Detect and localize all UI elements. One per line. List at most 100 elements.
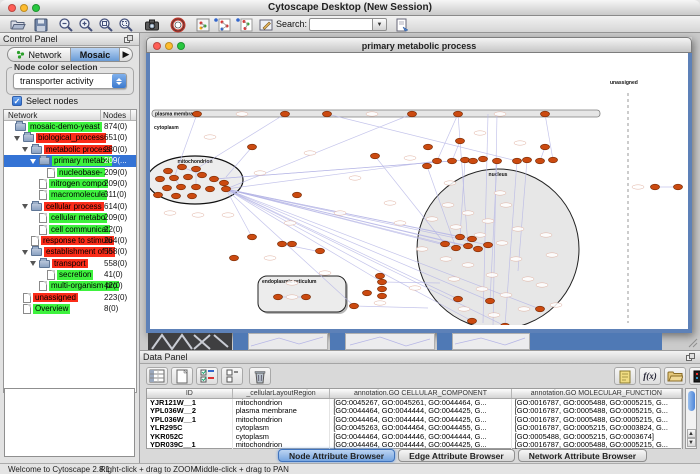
table-scrollbar[interactable]: ▲ ▼ xyxy=(685,388,697,449)
expand-arrow-icon[interactable] xyxy=(22,147,28,152)
network-node[interactable] xyxy=(651,184,660,190)
network-node[interactable] xyxy=(484,242,493,248)
tree-row-overview[interactable]: Overview8(0) xyxy=(4,303,136,314)
network-node[interactable] xyxy=(156,176,165,182)
network-node[interactable] xyxy=(210,176,219,182)
annotation-icon[interactable] xyxy=(256,17,276,32)
table-row[interactable]: YPL036W__1mitochondrion[GO:0044464, GO:0… xyxy=(147,416,682,424)
tree-row-multi-organism-pro[interactable]: multi-organism pro42(0) xyxy=(4,280,136,291)
tab-network[interactable]: Network xyxy=(8,48,71,61)
tab-overflow-arrow-icon[interactable]: ▶ xyxy=(119,48,132,61)
network-node[interactable] xyxy=(454,296,463,302)
tree-row-cell-communicat[interactable]: cell communicat22(0) xyxy=(4,224,136,235)
background-window-fragment[interactable] xyxy=(530,333,662,350)
expand-arrow-icon[interactable] xyxy=(22,250,28,255)
network-node[interactable] xyxy=(378,293,387,299)
formula-fx-icon[interactable]: f(x) xyxy=(639,367,661,385)
network-node[interactable] xyxy=(408,111,417,117)
tree-row-nucleobase[interactable]: nucleobase-209(0) xyxy=(4,167,136,178)
expand-arrow-icon[interactable] xyxy=(30,159,36,164)
create-attribute-icon[interactable] xyxy=(171,367,193,385)
network-node[interactable] xyxy=(433,158,442,164)
network-node[interactable] xyxy=(468,236,477,242)
network-node[interactable] xyxy=(248,234,257,240)
network-node[interactable] xyxy=(441,241,450,247)
search-dropdown-icon[interactable]: ▼ xyxy=(373,18,387,31)
network-node[interactable] xyxy=(230,255,239,261)
network-node[interactable] xyxy=(278,241,287,247)
column-header-cellularlayoutregion[interactable]: _cellularLayoutRegion xyxy=(233,389,331,398)
table-row[interactable]: YJR121W__1mitochondrion[GO:0045267, GO:0… xyxy=(147,399,682,407)
table-row[interactable]: YLR295Ccytoplasm[GO:0045263, GO:0044464,… xyxy=(147,424,682,432)
network-node[interactable] xyxy=(323,111,332,117)
network-node[interactable] xyxy=(424,144,433,150)
scroll-down-icon[interactable]: ▼ xyxy=(687,438,696,447)
column-header-annotation-go-cellular-component[interactable]: annotation.GO CELLULAR_COMPONENT xyxy=(330,389,511,398)
expand-arrow-icon[interactable] xyxy=(30,261,36,266)
snapshot-camera-icon[interactable] xyxy=(142,17,162,32)
network-node[interactable] xyxy=(468,318,477,324)
help-lifesaver-icon[interactable] xyxy=(168,17,188,32)
window-titlebar[interactable]: Cytoscape Desktop (New Session) xyxy=(0,0,700,16)
background-window-fragment[interactable] xyxy=(437,333,452,350)
tree-row-transport[interactable]: transport558(0) xyxy=(4,258,136,269)
attribute-single-icon[interactable] xyxy=(221,367,243,385)
network-node[interactable] xyxy=(302,294,311,300)
zoom-in-icon[interactable] xyxy=(76,17,96,32)
network-node[interactable] xyxy=(501,323,510,325)
network-node[interactable] xyxy=(288,241,297,247)
network-node[interactable] xyxy=(154,192,163,198)
zoom-fit-icon[interactable] xyxy=(96,17,116,32)
tree-row-macromolecule[interactable]: macromolecule311(0) xyxy=(4,189,136,200)
network-node[interactable] xyxy=(461,157,470,163)
network-node[interactable] xyxy=(192,166,201,172)
network-node[interactable] xyxy=(479,156,488,162)
tab-mosaic[interactable]: Mosaic xyxy=(71,48,119,61)
network-node[interactable] xyxy=(378,286,387,292)
network-node[interactable] xyxy=(163,185,172,191)
zoom-selected-icon[interactable] xyxy=(116,17,136,32)
background-window-fragment[interactable] xyxy=(345,333,435,350)
resize-grip-icon[interactable] xyxy=(687,335,698,346)
close-window-icon[interactable] xyxy=(8,4,16,12)
tree-row-secretion[interactable]: secretion41(0) xyxy=(4,269,136,280)
network-node[interactable] xyxy=(513,158,522,164)
network-node[interactable] xyxy=(177,184,186,190)
network-node[interactable] xyxy=(376,273,385,279)
attribute-import-icon[interactable] xyxy=(392,17,412,32)
tree-row-biological-process[interactable]: biological_process651(0) xyxy=(4,132,136,143)
node-color-dropdown[interactable]: transporter activity xyxy=(13,73,127,89)
float-panel-icon[interactable] xyxy=(124,35,133,43)
network-node[interactable] xyxy=(222,186,231,192)
background-window-fragment[interactable] xyxy=(330,333,345,350)
tree-row-mosaic-demo-yeast[interactable]: mosaic-demo-yeast874(0) xyxy=(4,121,136,132)
tree-row-primary-metabo[interactable]: primary metabo209(... xyxy=(4,155,136,166)
matrix-view-icon[interactable] xyxy=(689,367,700,385)
tree-row-cellular-process[interactable]: cellular process614(0) xyxy=(4,201,136,212)
network-node[interactable] xyxy=(274,294,283,300)
table-row[interactable]: YKR052Ccytoplasm[GO:0044464, GO:0044446,… xyxy=(147,433,682,441)
minimize-window-icon[interactable] xyxy=(20,4,28,12)
network-node[interactable] xyxy=(423,163,432,169)
network-node[interactable] xyxy=(464,243,473,249)
tree-row-cellular-metabo[interactable]: cellular metabo209(0) xyxy=(4,212,136,223)
network-node[interactable] xyxy=(363,290,372,296)
scrollbar-thumb[interactable] xyxy=(688,391,695,411)
network-node[interactable] xyxy=(220,180,229,186)
network-node[interactable] xyxy=(541,111,550,117)
network-node[interactable] xyxy=(281,111,290,117)
network-node[interactable] xyxy=(164,168,173,174)
network-node[interactable] xyxy=(172,193,181,199)
tab-network-attribute-browser[interactable]: Network Attribute Browser xyxy=(518,449,647,462)
frame-close-icon[interactable] xyxy=(153,42,161,50)
network-node[interactable] xyxy=(541,144,550,150)
column-header-annotation-go-molecular-function[interactable]: annotation.GO MOLECULAR_FUNCTION xyxy=(512,389,682,398)
background-window-fragment[interactable] xyxy=(248,333,328,350)
network-node[interactable] xyxy=(316,248,325,254)
network-node[interactable] xyxy=(536,306,545,312)
network-node[interactable] xyxy=(469,158,478,164)
notepad-icon[interactable] xyxy=(614,367,636,385)
birdseye-view[interactable] xyxy=(4,388,135,457)
tab-node-attribute-browser[interactable]: Node Attribute Browser xyxy=(278,449,395,462)
delete-attribute-trash-icon[interactable] xyxy=(249,367,271,385)
